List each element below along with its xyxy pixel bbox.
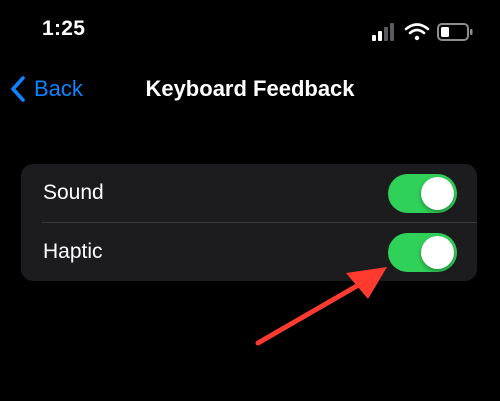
toggle-knob	[421, 177, 454, 210]
haptic-label: Haptic	[43, 240, 103, 263]
settings-row-sound: Sound	[21, 164, 477, 222]
status-time: 1:25	[42, 17, 86, 40]
sound-toggle[interactable]	[388, 174, 457, 213]
toggle-knob	[421, 236, 454, 269]
wifi-icon	[404, 23, 430, 41]
navigation-bar: Back Keyboard Feedback	[0, 62, 500, 114]
annotation-arrow-icon	[255, 267, 387, 346]
sound-label: Sound	[43, 181, 104, 204]
settings-row-haptic: Haptic	[21, 223, 477, 281]
status-icons	[372, 23, 473, 41]
cellular-signal-icon	[372, 23, 394, 41]
status-bar: 1:25	[0, 0, 500, 60]
battery-icon	[437, 23, 473, 41]
feedback-settings-group: Sound Haptic	[21, 164, 477, 281]
page-title: Keyboard Feedback	[145, 76, 355, 101]
